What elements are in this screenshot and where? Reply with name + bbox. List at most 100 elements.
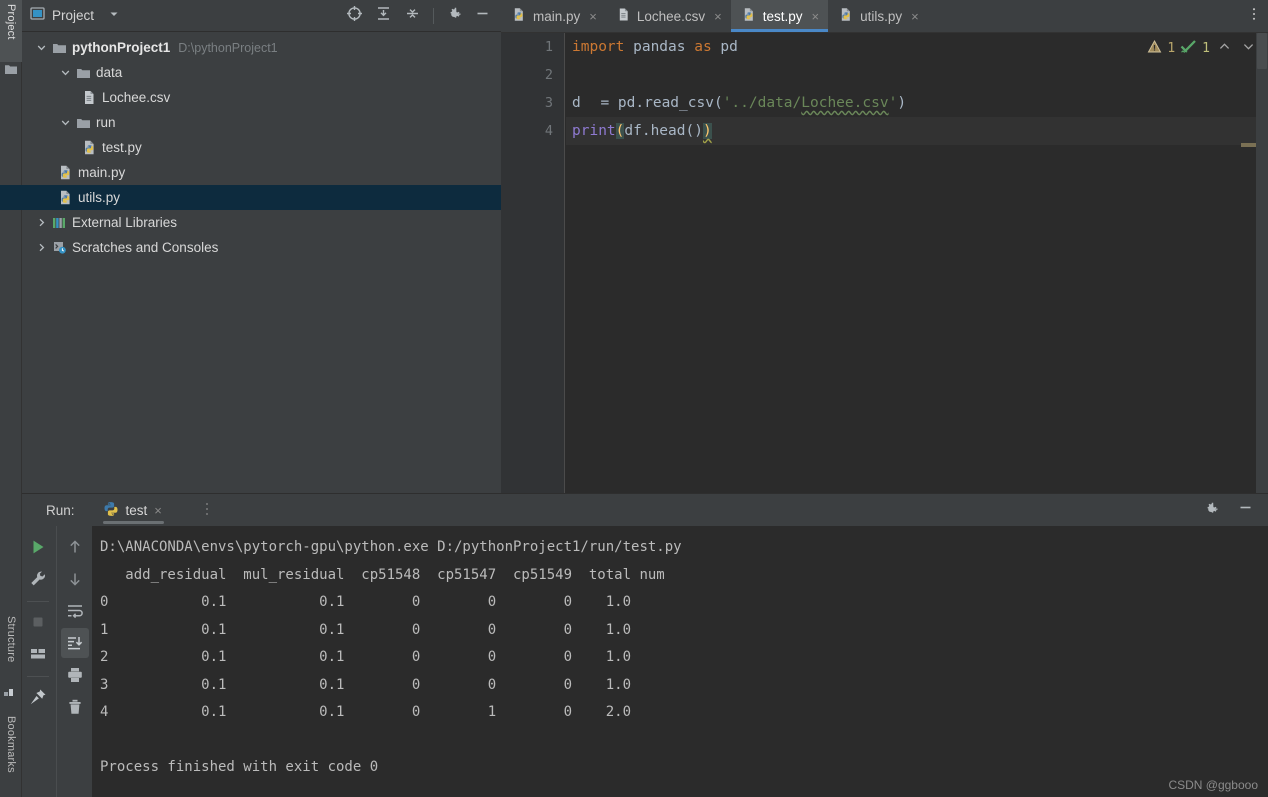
builtin-print: print xyxy=(572,123,616,139)
close-icon[interactable]: × xyxy=(589,9,597,24)
editor-tab-main-py[interactable]: main.py × xyxy=(501,0,606,32)
close-icon[interactable]: × xyxy=(911,9,919,24)
divider xyxy=(27,601,49,602)
run-configuration-tab[interactable]: test × xyxy=(93,494,172,526)
warning-triangle-icon[interactable] xyxy=(1147,39,1162,58)
run-button-icon[interactable] xyxy=(24,532,52,562)
hide-icon[interactable] xyxy=(474,5,491,27)
project-panel-title: Project xyxy=(52,8,95,23)
hide-icon[interactable] xyxy=(1237,499,1254,521)
tree-node-label: test.py xyxy=(102,140,142,155)
tree-node-data[interactable]: data xyxy=(22,60,501,85)
chevron-right-icon[interactable] xyxy=(32,217,50,228)
module-alias: pd xyxy=(711,39,738,55)
layout-icon[interactable] xyxy=(24,639,52,669)
locate-icon[interactable] xyxy=(346,5,363,27)
run-panel-body: D:\ANACONDA\envs\pytorch-gpu\python.exe … xyxy=(22,526,1268,797)
print-argument: df.head() xyxy=(624,123,703,139)
code-line-3[interactable]: d = pd.read_csv('../data/Lochee.csv') xyxy=(566,89,1268,138)
tool-window-button-project[interactable]: Project xyxy=(0,0,22,62)
console-output[interactable]: D:\ANACONDA\envs\pytorch-gpu\python.exe … xyxy=(92,526,1268,797)
tool-window-button-bookmarks[interactable]: Bookmarks xyxy=(0,712,22,797)
close-paren: ) xyxy=(702,123,712,139)
chevron-down-icon[interactable] xyxy=(32,42,50,53)
soft-wrap-icon[interactable] xyxy=(61,596,89,626)
chevron-up-icon[interactable] xyxy=(1215,40,1234,57)
line-number: 3 xyxy=(544,95,553,111)
folder-icon xyxy=(74,66,92,80)
csv-file-icon xyxy=(617,7,630,25)
run-panel-toolbar xyxy=(1203,499,1268,521)
tree-node-external-libraries[interactable]: External Libraries xyxy=(22,210,501,235)
code-editor[interactable]: 1 2 3 4 import pandas as pd d = pd.read_… xyxy=(501,33,1268,493)
editor-tab-test-py[interactable]: test.py × xyxy=(730,0,829,32)
toolbar-divider xyxy=(433,7,434,24)
editor-area: main.py × Lochee.csv × test.py × utils.p… xyxy=(501,0,1268,493)
scroll-to-end-icon[interactable] xyxy=(60,628,89,658)
expand-all-icon[interactable] xyxy=(375,5,392,27)
arrow-up-icon[interactable] xyxy=(61,532,89,562)
code-line-2[interactable] xyxy=(566,61,1268,89)
tree-node-scratches-and-consoles[interactable]: Scratches and Consoles xyxy=(22,235,501,260)
project-panel-toolbar xyxy=(346,5,495,27)
arrow-down-icon[interactable] xyxy=(61,564,89,594)
lightbulb-icon[interactable] xyxy=(580,93,700,138)
line-number: 2 xyxy=(544,67,553,83)
run-panel-label: Run: xyxy=(46,502,75,518)
tree-node-utils-py[interactable]: utils.py xyxy=(0,185,501,210)
python-file-icon xyxy=(839,7,853,25)
code-text[interactable]: import pandas as pd d = pd.read_csv('../… xyxy=(566,33,1268,493)
inspection-status-widget[interactable]: 1 1 xyxy=(1147,39,1258,58)
console-actions-column xyxy=(56,526,92,797)
chevron-right-icon[interactable] xyxy=(32,242,50,253)
tree-node-label: utils.py xyxy=(78,190,121,205)
project-tab-label: Project xyxy=(5,4,17,40)
csv-file-icon xyxy=(80,90,98,105)
line-number-gutter: 1 2 3 4 xyxy=(501,33,565,493)
run-panel-header: Run: test × xyxy=(22,494,1268,526)
console-table-row: 4 0.1 0.1 0 1 0 2.0 xyxy=(100,704,632,720)
chevron-down-icon[interactable] xyxy=(56,67,74,78)
gear-icon[interactable] xyxy=(446,5,462,26)
stop-button-icon[interactable] xyxy=(24,607,52,637)
run-actions-column xyxy=(22,526,54,797)
editor-tab-lochee-csv[interactable]: Lochee.csv × xyxy=(606,0,731,32)
string-literal-filename: Lochee.csv xyxy=(801,95,889,111)
chevron-down-icon[interactable] xyxy=(108,7,120,25)
console-scrollbar[interactable] xyxy=(1257,526,1268,797)
python-file-icon xyxy=(56,190,74,205)
print-icon[interactable] xyxy=(61,660,89,690)
libraries-icon xyxy=(50,216,68,230)
tree-node-run[interactable]: run xyxy=(22,110,501,135)
more-vertical-icon[interactable] xyxy=(1246,6,1262,27)
more-vertical-icon[interactable] xyxy=(200,501,214,519)
tree-node-Lochee-csv[interactable]: Lochee.csv xyxy=(22,85,501,110)
wrench-icon[interactable] xyxy=(24,564,52,594)
gear-icon[interactable] xyxy=(1203,500,1219,521)
chevron-down-icon[interactable] xyxy=(56,117,74,128)
python-icon xyxy=(103,501,119,520)
scrollbar-thumb[interactable] xyxy=(1257,33,1267,69)
tree-node-test-py[interactable]: test.py xyxy=(22,135,501,160)
editor-tab-overflow[interactable] xyxy=(1246,0,1268,32)
code-line-4[interactable]: print(df.head()) xyxy=(566,117,1268,145)
console-table-row: 0 0.1 0.1 0 0 0 1.0 xyxy=(100,594,632,610)
project-panel-header: Project xyxy=(22,0,501,32)
keyword-as: as xyxy=(694,39,712,55)
pin-icon[interactable] xyxy=(24,682,52,712)
run-tool-window: Run: test × D:\ANACONDA\envs\pytorch-gpu… xyxy=(22,493,1268,797)
collapse-all-icon[interactable] xyxy=(404,5,421,27)
python-file-icon xyxy=(56,165,74,180)
tree-node-main-py[interactable]: main.py xyxy=(22,160,501,185)
editor-scrollbar[interactable] xyxy=(1256,33,1268,493)
console-table-row: 1 0.1 0.1 0 0 0 1.0 xyxy=(100,621,632,638)
editor-tab-utils-py[interactable]: utils.py × xyxy=(828,0,928,32)
string-literal-prefix: '../data/ xyxy=(722,95,802,111)
closing-paren: ) xyxy=(897,95,907,111)
close-icon[interactable]: × xyxy=(154,503,162,518)
close-icon[interactable]: × xyxy=(714,9,722,24)
trash-icon[interactable] xyxy=(61,692,89,722)
check-mark-icon[interactable] xyxy=(1180,39,1197,58)
tree-node-pythonProject1[interactable]: pythonProject1 D:\pythonProject1 xyxy=(22,35,501,60)
close-icon[interactable]: × xyxy=(812,9,820,24)
